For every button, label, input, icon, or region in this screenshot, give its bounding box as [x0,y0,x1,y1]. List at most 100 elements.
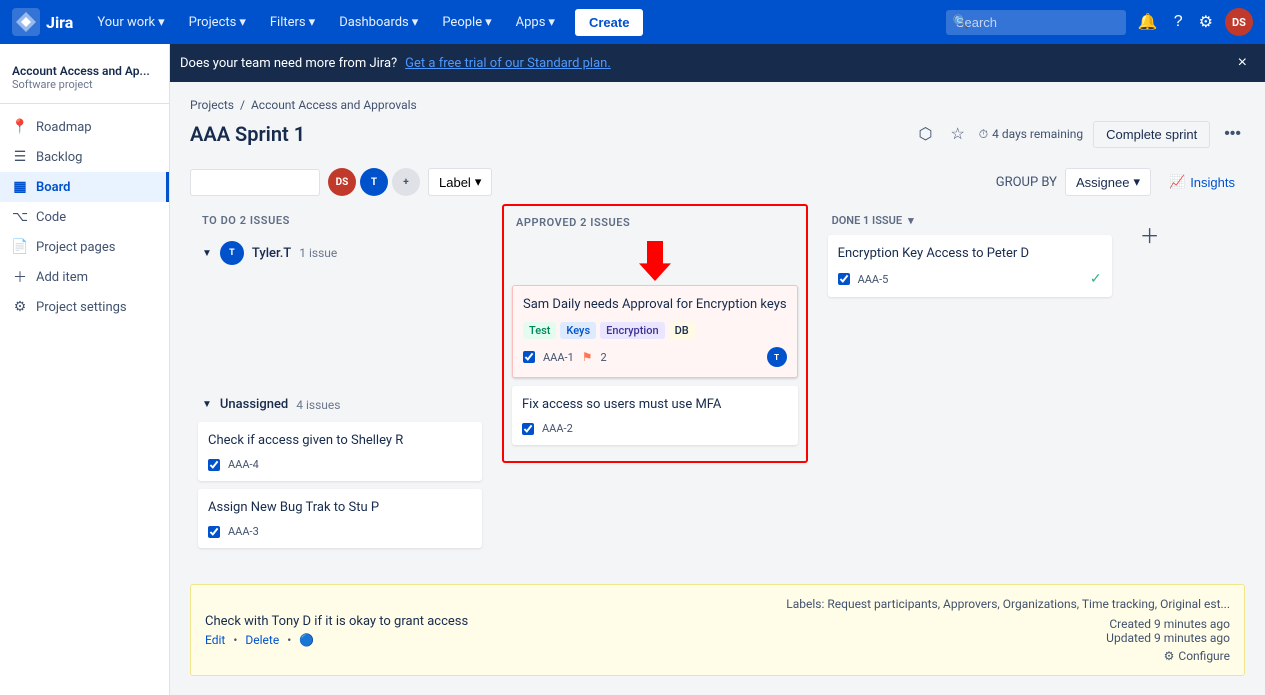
group-by-section: GROUP BY Assignee ▾ [996,168,1151,196]
notifications-button[interactable]: 🔔 [1134,8,1162,36]
tag-test: Test [523,322,556,339]
nav-apps[interactable]: Apps ▾ [508,11,563,34]
card-aaa1-assignee: T [767,347,787,367]
unassigned-group-row-todo[interactable]: ▼ Unassigned 4 issues [198,391,482,418]
card-aaa2-footer: AAA-2 [522,422,788,435]
approved-column-title: APPROVED 2 ISSUES [516,216,630,229]
tag-encryption: Encryption [600,322,664,339]
settings-button[interactable]: ⚙ [1195,8,1217,36]
main-content: Does your team need more from Jira? Get … [170,44,1265,695]
avatar-add[interactable]: + [392,168,420,196]
sidebar-item-roadmap[interactable]: 📍 Roadmap [0,112,169,142]
panel-check-icon: 🔵 [299,633,314,647]
card-aaa2[interactable]: Fix access so users must use MFA AAA-2 [512,386,798,445]
add-column-button[interactable]: ＋ [1132,212,1168,257]
done-column: DONE 1 ISSUE ▾ Encryption Key Access to … [820,204,1120,313]
sidebar-item-backlog[interactable]: ☰ Backlog [0,142,169,172]
avatar-t[interactable]: T [360,168,388,196]
banner-close-button[interactable]: × [1230,54,1255,72]
approved-column: APPROVED 2 ISSUES Sam Daily needs Approv… [502,204,808,463]
card-aaa1[interactable]: Sam Daily needs Approval for Encryption … [512,285,798,378]
assignee-dropdown[interactable]: Assignee ▾ [1065,168,1151,196]
jira-logo[interactable]: Jira [12,8,73,36]
unassigned-count-todo: 4 issues [296,398,340,412]
tag-db: DB [669,322,695,339]
todo-column: TO DO 2 ISSUES ▼ T Tyler.T 1 issue ▼ Una… [190,204,490,564]
delete-link[interactable]: Delete [245,633,279,647]
insights-button[interactable]: 📈 Insights [1159,169,1245,195]
card-aaa1-checkbox[interactable] [523,351,535,363]
breadcrumb-projects[interactable]: Projects [190,98,234,112]
card-aaa1-id: AAA-1 [543,351,574,364]
labels-values: Request participants, Approvers, Organiz… [827,597,1230,611]
more-options-button[interactable]: ••• [1220,121,1245,147]
card-aaa3-checkbox[interactable] [208,526,220,538]
search-input[interactable] [946,10,1126,35]
banner-link[interactable]: Get a free trial of our Standard plan. [405,56,611,71]
tyler-group-label: Tyler.T [252,246,291,261]
share-button[interactable]: ⬡ [914,120,936,148]
nav-your-work[interactable]: Your work ▾ [89,11,172,34]
card-aaa1-tags: Test Keys Encryption DB [523,322,787,339]
tyler-group-row[interactable]: ▼ T Tyler.T 1 issue [198,235,482,271]
card-aaa2-title: Fix access so users must use MFA [522,396,788,414]
complete-sprint-button[interactable]: Complete sprint [1093,121,1210,148]
tag-keys: Keys [560,322,596,339]
nav-people[interactable]: People ▾ [434,11,499,34]
card-aaa3[interactable]: Assign New Bug Trak to Stu P AAA-3 [198,489,482,548]
sidebar-project-name: Account Access and Ap... [12,64,157,78]
help-button[interactable]: ? [1170,9,1187,35]
configure-link[interactable]: Configure [1178,649,1230,663]
board-search-input[interactable] [190,169,320,196]
done-chevron-icon[interactable]: ▾ [908,214,914,227]
group-by-label: GROUP BY [996,175,1057,190]
pages-icon: 📄 [12,239,28,255]
avatar-ds[interactable]: DS [328,168,356,196]
logo-text: Jira [46,13,73,32]
star-button[interactable]: ☆ [946,120,968,148]
created-time: Created 9 minutes ago [786,617,1230,631]
done-column-title: DONE 1 ISSUE [832,214,903,227]
sidebar-item-code[interactable]: ⌥ Code [0,202,169,232]
nav-projects[interactable]: Projects ▾ [181,11,254,34]
sidebar-item-label-code: Code [36,210,66,225]
sidebar-item-board[interactable]: ▦ Board [0,172,169,202]
time-remaining: ⏱ 4 days remaining [979,127,1083,142]
breadcrumb-project[interactable]: Account Access and Approvals [251,98,417,112]
card-aaa5[interactable]: Encryption Key Access to Peter D AAA-5 ✓ [828,235,1112,297]
sidebar-item-label-backlog: Backlog [36,150,82,165]
unassigned-chevron-todo[interactable]: ▼ [202,399,212,410]
tyler-issue-count: 1 issue [299,246,337,260]
card-aaa4-id: AAA-4 [228,458,259,471]
tyler-group-chevron[interactable]: ▼ [202,248,212,259]
sidebar-item-add[interactable]: ＋ Add item [0,262,169,292]
sidebar-item-label-board: Board [36,180,70,195]
sidebar-item-settings[interactable]: ⚙ Project settings [0,292,169,322]
card-aaa2-checkbox[interactable] [522,423,534,435]
unassigned-label-todo: Unassigned [220,397,288,412]
bottom-panel-text: Check with Tony D if it is okay to grant… [205,614,468,629]
card-aaa3-footer: AAA-3 [208,525,472,538]
tyler-avatar: T [220,241,244,265]
board-container: TO DO 2 ISSUES ▼ T Tyler.T 1 issue ▼ Una… [170,204,1265,584]
nav-filters[interactable]: Filters ▾ [262,11,323,34]
card-aaa5-checkbox[interactable] [838,273,850,285]
done-column-body: Encryption Key Access to Peter D AAA-5 ✓ [820,235,1120,313]
insights-chart-icon: 📈 [1169,174,1185,190]
timestamps: Created 9 minutes ago Updated 9 minutes … [786,617,1230,645]
card-aaa5-footer: AAA-5 ✓ [838,271,1102,287]
edit-link[interactable]: Edit [205,633,225,647]
nav-dashboards[interactable]: Dashboards ▾ [331,11,426,34]
card-aaa4-footer: AAA-4 [208,458,472,471]
sidebar-item-project-pages[interactable]: 📄 Project pages [0,232,169,262]
card-aaa4-checkbox[interactable] [208,459,220,471]
create-button[interactable]: Create [575,9,643,36]
approved-column-header: APPROVED 2 ISSUES [504,206,806,237]
board-search-wrap: 🔍 [190,169,320,196]
card-aaa4[interactable]: Check if access given to Shelley R AAA-4 [198,422,482,481]
user-avatar[interactable]: DS [1225,8,1253,36]
label-filter-button[interactable]: Label ▾ [428,168,492,196]
banner-text: Does your team need more from Jira? [180,56,397,71]
card-aaa2-id: AAA-2 [542,422,573,435]
breadcrumb: Projects / Account Access and Approvals [170,82,1265,116]
